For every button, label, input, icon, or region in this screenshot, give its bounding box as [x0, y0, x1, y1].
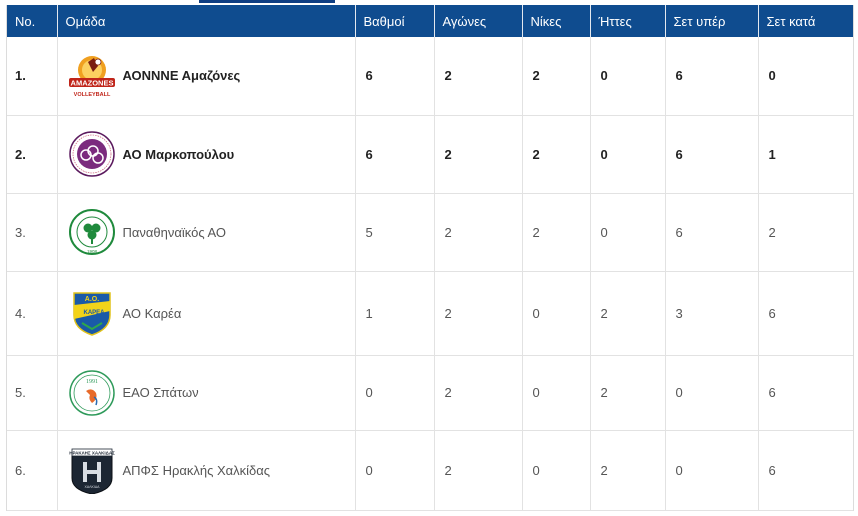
header-wins[interactable]: Νίκες — [522, 5, 591, 37]
team-cell: ΑΟ Μαρκοπούλου — [57, 115, 356, 194]
table-row: 4. Α.Ο. ΚΑΡΕΑ ΑΟ Καρέα 1 2 0 2 3 6 — [7, 271, 853, 356]
sets-against-cell: 6 — [758, 271, 853, 356]
position-cell: 6. — [7, 430, 58, 511]
header-points[interactable]: Βαθμοί — [355, 5, 435, 37]
markopoulo-logo-icon[interactable] — [68, 130, 116, 178]
amazones-logo-icon[interactable]: AMAZONES VOLLEYBALL — [68, 52, 116, 100]
team-name[interactable]: ΑΠΦΣ Ηρακλής Χαλκίδας — [123, 463, 271, 478]
sets-against-cell: 1 — [758, 115, 853, 194]
sets-against-cell: 6 — [758, 355, 853, 431]
svg-text:ΗΡΑΚΛΗΣ ΧΑΛΚΙΔΑΣ: ΗΡΑΚΛΗΣ ΧΑΛΚΙΔΑΣ — [69, 451, 115, 456]
table-row: 5. 1991 ΕΑΟ Σπάτων 0 2 0 2 0 6 — [7, 355, 853, 431]
table-row: 3. 1908 Παναθηναϊκός ΑΟ 5 2 2 0 6 2 — [7, 193, 853, 272]
sets-for-cell: 0 — [665, 355, 759, 431]
points-cell: 0 — [355, 355, 435, 431]
position-cell: 1. — [7, 37, 58, 116]
team-cell: 1991 ΕΑΟ Σπάτων — [57, 355, 356, 431]
active-tab-indicator — [199, 0, 335, 3]
svg-text:AMAZONES: AMAZONES — [70, 78, 113, 87]
header-sets-for[interactable]: Σετ υπέρ — [665, 5, 759, 37]
team-cell: ΗΡΑΚΛΗΣ ΧΑΛΚΙΔΑΣ ΧΑΛΚΙΔΑ ΑΠΦΣ Ηρακλής Χα… — [57, 430, 356, 511]
svg-text:ΚΑΡΕΑ: ΚΑΡΕΑ — [83, 310, 105, 316]
svg-text:1908: 1908 — [86, 249, 97, 254]
header-no[interactable]: No. — [7, 5, 58, 37]
wins-cell: 0 — [522, 271, 591, 356]
standings-table-container: No. Ομάδα Βαθμοί Αγώνες Νίκες Ήττες Σετ … — [6, 5, 854, 511]
losses-cell: 0 — [590, 37, 666, 116]
position-cell: 2. — [7, 115, 58, 194]
games-cell: 2 — [434, 355, 523, 431]
svg-text:VOLLEYBALL: VOLLEYBALL — [73, 92, 110, 98]
table-header-row: No. Ομάδα Βαθμοί Αγώνες Νίκες Ήττες Σετ … — [7, 5, 853, 37]
header-losses[interactable]: Ήττες — [590, 5, 666, 37]
team-name[interactable]: ΑΟΝΝΝΕ Αμαζόνες — [123, 68, 241, 83]
header-games[interactable]: Αγώνες — [434, 5, 523, 37]
games-cell: 2 — [434, 271, 523, 356]
losses-cell: 0 — [590, 193, 666, 272]
table-row: 2. ΑΟ Μαρκοπούλου 6 2 2 0 6 1 — [7, 115, 853, 194]
svg-text:ΧΑΛΚΙΔΑ: ΧΑΛΚΙΔΑ — [84, 485, 100, 489]
panathinaikos-logo-icon[interactable]: 1908 — [68, 208, 116, 256]
losses-cell: 2 — [590, 271, 666, 356]
team-name[interactable]: ΑΟ Μαρκοπούλου — [123, 147, 235, 162]
karea-logo-icon[interactable]: Α.Ο. ΚΑΡΕΑ — [68, 289, 116, 337]
wins-cell: 2 — [522, 115, 591, 194]
sets-for-cell: 3 — [665, 271, 759, 356]
svg-text:Α.Ο.: Α.Ο. — [84, 296, 98, 303]
games-cell: 2 — [434, 115, 523, 194]
header-sets-against[interactable]: Σετ κατά — [758, 5, 853, 37]
sets-for-cell: 6 — [665, 37, 759, 116]
sets-against-cell: 6 — [758, 430, 853, 511]
team-name[interactable]: Παναθηναϊκός ΑΟ — [123, 225, 227, 240]
header-team[interactable]: Ομάδα — [57, 5, 356, 37]
position-cell: 3. — [7, 193, 58, 272]
team-name[interactable]: ΑΟ Καρέα — [123, 306, 182, 321]
losses-cell: 0 — [590, 115, 666, 194]
team-cell: 1908 Παναθηναϊκός ΑΟ — [57, 193, 356, 272]
points-cell: 1 — [355, 271, 435, 356]
games-cell: 2 — [434, 430, 523, 511]
losses-cell: 2 — [590, 430, 666, 511]
points-cell: 6 — [355, 115, 435, 194]
wins-cell: 0 — [522, 355, 591, 431]
standings-table: No. Ομάδα Βαθμοί Αγώνες Νίκες Ήττες Σετ … — [7, 5, 853, 511]
spata-logo-icon[interactable]: 1991 — [68, 369, 116, 417]
sets-against-cell: 2 — [758, 193, 853, 272]
games-cell: 2 — [434, 193, 523, 272]
points-cell: 6 — [355, 37, 435, 116]
sets-against-cell: 0 — [758, 37, 853, 116]
sets-for-cell: 0 — [665, 430, 759, 511]
team-cell: Α.Ο. ΚΑΡΕΑ ΑΟ Καρέα — [57, 271, 356, 356]
table-row: 6. ΗΡΑΚΛΗΣ ΧΑΛΚΙΔΑΣ ΧΑΛΚΙΔΑ ΑΠΦΣ Ηρακλής… — [7, 430, 853, 511]
sets-for-cell: 6 — [665, 115, 759, 194]
position-cell: 4. — [7, 271, 58, 356]
iraklis-logo-icon[interactable]: ΗΡΑΚΛΗΣ ΧΑΛΚΙΔΑΣ ΧΑΛΚΙΔΑ — [68, 446, 116, 494]
points-cell: 5 — [355, 193, 435, 272]
points-cell: 0 — [355, 430, 435, 511]
wins-cell: 2 — [522, 193, 591, 272]
position-cell: 5. — [7, 355, 58, 431]
games-cell: 2 — [434, 37, 523, 116]
table-row: 1. AMAZONES VOLLEYBALL ΑΟΝΝΝΕ Αμαζόνες 6… — [7, 37, 853, 116]
sets-for-cell: 6 — [665, 193, 759, 272]
team-name[interactable]: ΕΑΟ Σπάτων — [123, 385, 199, 400]
svg-text:1991: 1991 — [86, 379, 98, 385]
team-cell: AMAZONES VOLLEYBALL ΑΟΝΝΝΕ Αμαζόνες — [57, 37, 356, 116]
losses-cell: 2 — [590, 355, 666, 431]
wins-cell: 0 — [522, 430, 591, 511]
wins-cell: 2 — [522, 37, 591, 116]
